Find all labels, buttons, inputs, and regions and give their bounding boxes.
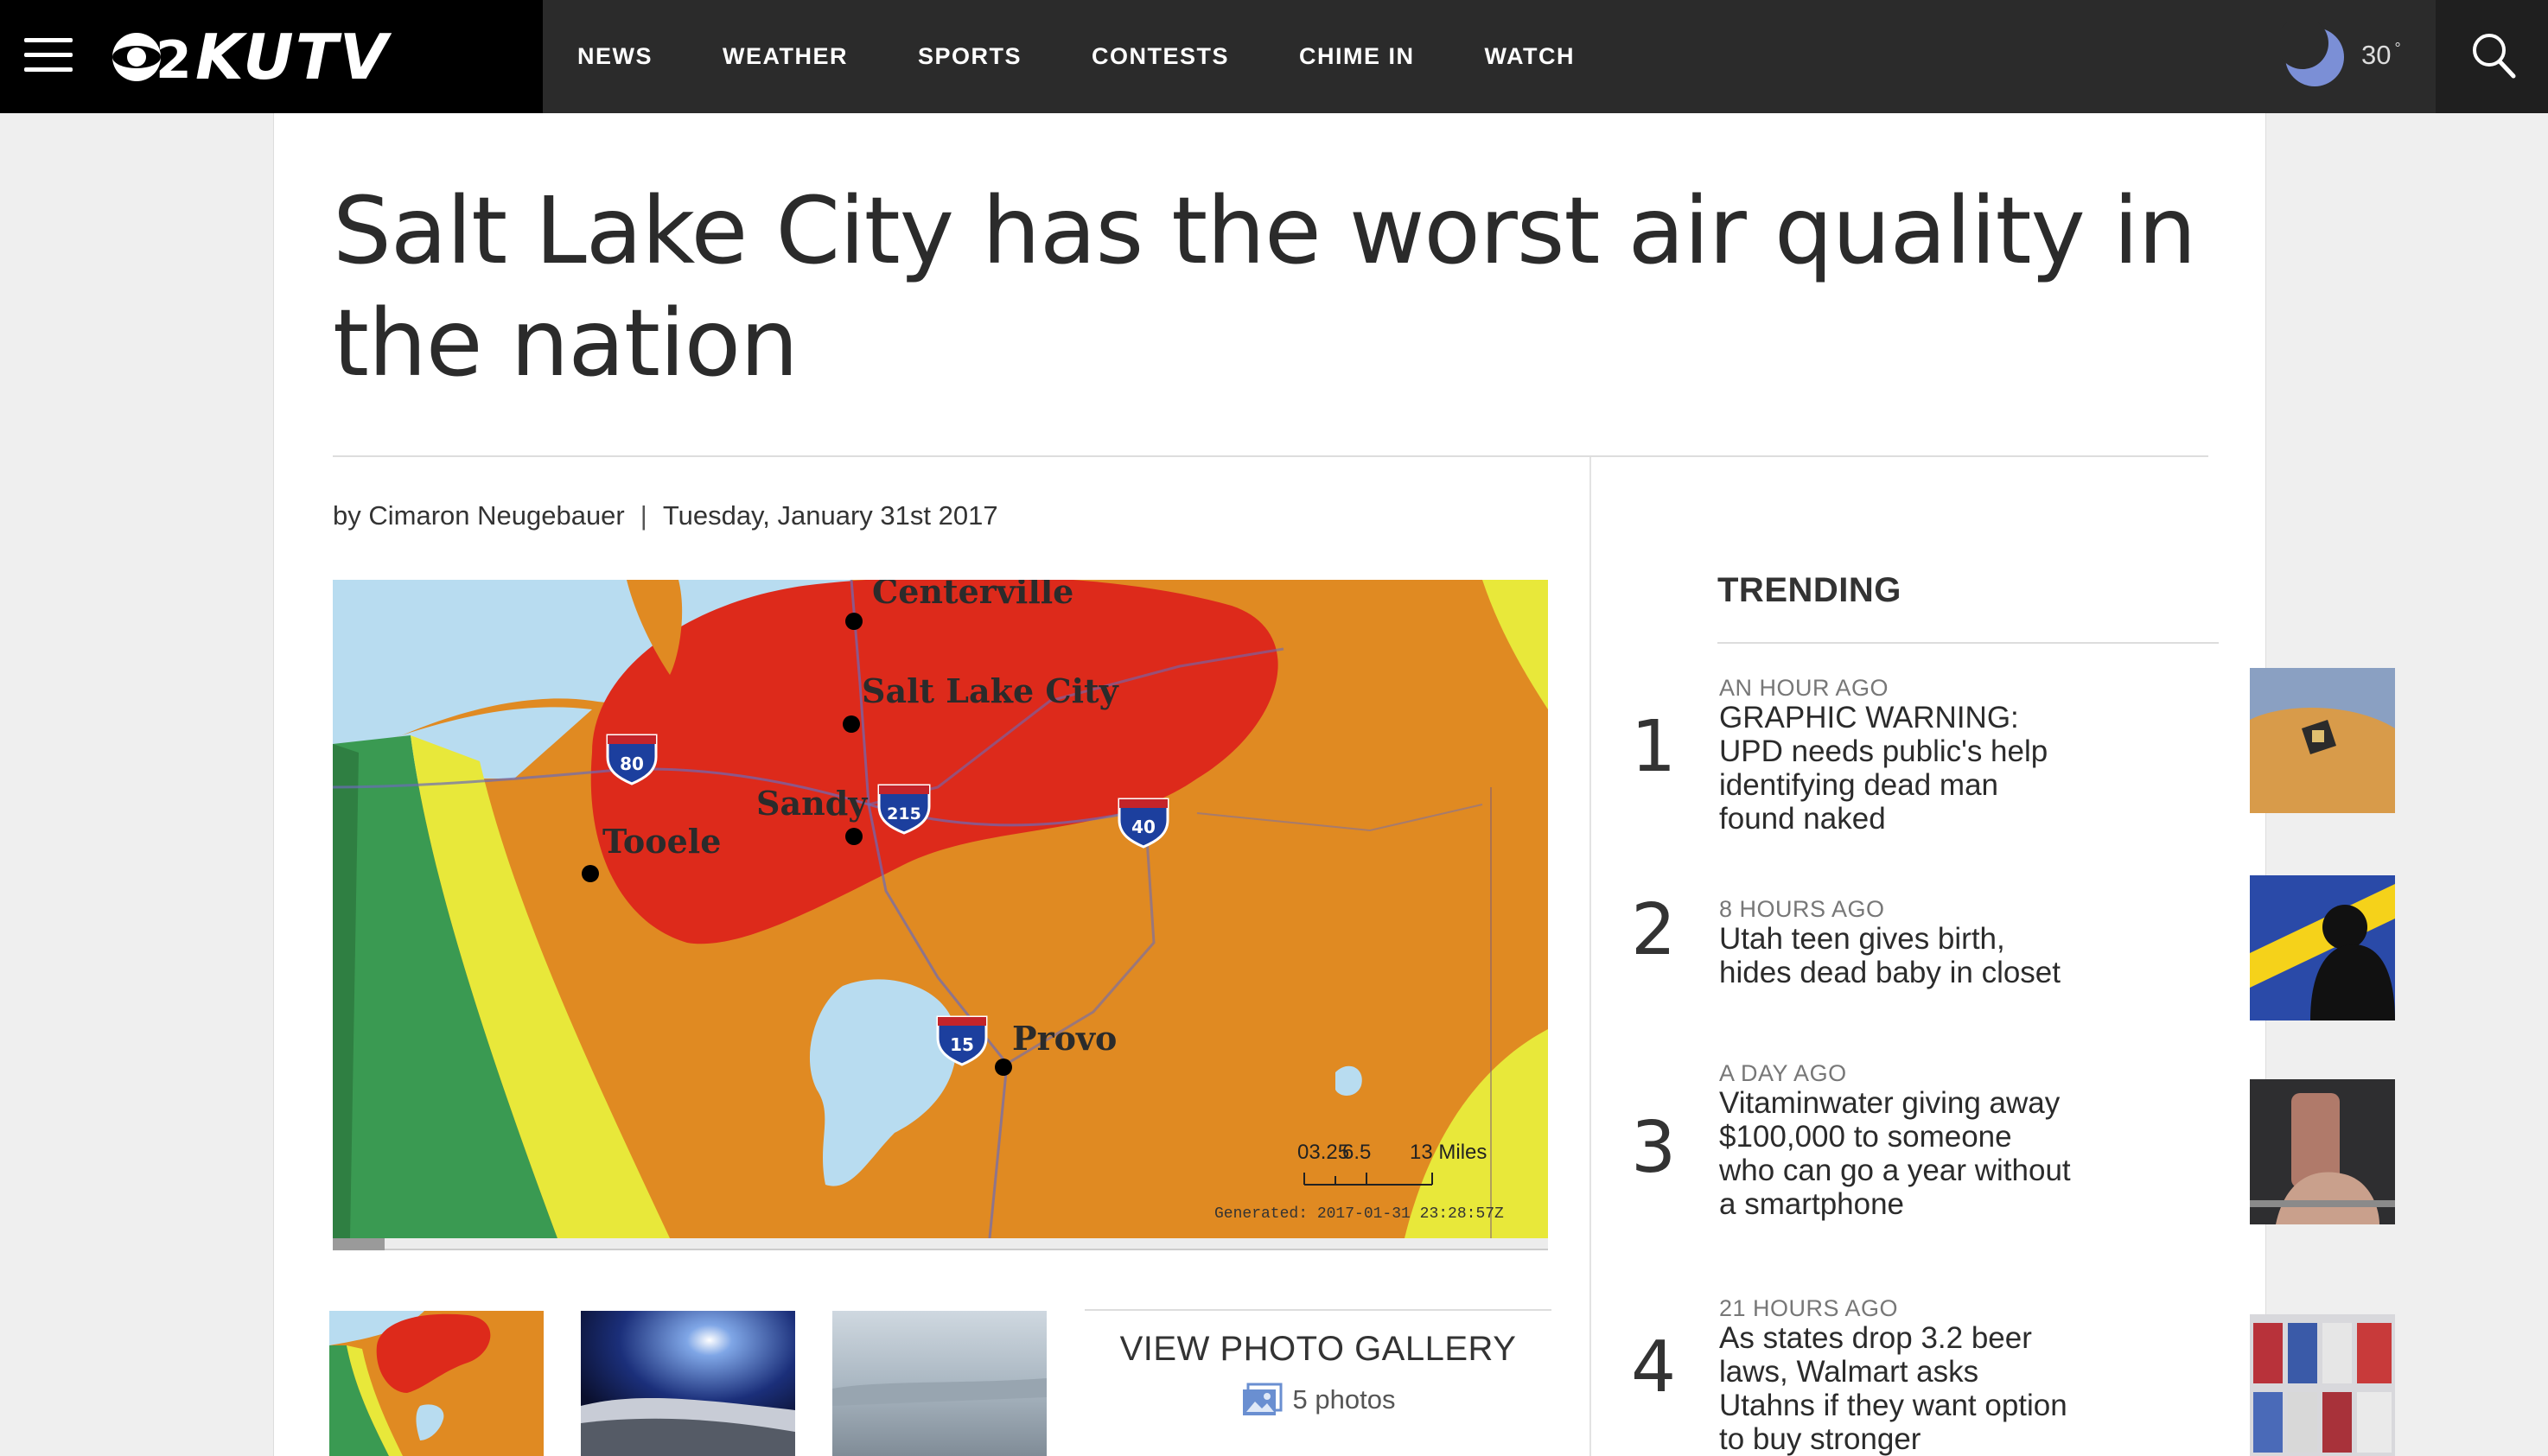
trending-time: 21 HOURS AGO — [1719, 1295, 1899, 1321]
trending-rank: 4 — [1631, 1326, 1677, 1408]
svg-text:15: 15 — [950, 1034, 974, 1055]
trending-thumbnail[interactable] — [2250, 1314, 2395, 1456]
nav-sports[interactable]: SPORTS — [918, 43, 1022, 70]
byline-separator: | — [640, 500, 647, 531]
brand-block: 2 KUTV — [0, 0, 543, 113]
nav-contests[interactable]: CONTESTS — [1092, 43, 1229, 70]
svg-text:40: 40 — [1131, 817, 1156, 837]
svg-text:6.5: 6.5 — [1342, 1141, 1371, 1164]
gallery-thumbnail-haze[interactable] — [832, 1311, 1047, 1456]
map-label-provo: Provo — [1012, 1019, 1117, 1058]
svg-text:Generated: 2017-01-31 23:28:57: Generated: 2017-01-31 23:28:57Z — [1214, 1205, 1504, 1223]
trending-thumbnail[interactable] — [2250, 668, 2395, 813]
gallery-thumbnails — [329, 1311, 1084, 1456]
svg-text:2: 2 — [156, 30, 190, 84]
top-navigation-bar: 2 KUTV NEWS WEATHER SPORTS CONTESTS CHIM… — [0, 0, 2548, 113]
photos-icon — [1242, 1383, 1283, 1415]
gallery-thumbnail-sky[interactable] — [581, 1311, 795, 1456]
trending-headline[interactable]: As states drop 3.2 beer laws, Walmart as… — [1719, 1321, 2073, 1456]
trending-time: AN HOUR AGO — [1719, 675, 1889, 701]
trending-rank: 3 — [1631, 1107, 1677, 1189]
gallery-label: VIEW PHOTO GALLERY — [1119, 1330, 1517, 1368]
nav-chime-in[interactable]: CHIME IN — [1299, 43, 1415, 70]
gallery-count: 5 photos — [1085, 1383, 1551, 1417]
moon-icon — [2282, 22, 2344, 86]
hero-image-air-quality-map[interactable]: Centerville Salt Lake City Sandy Tooele … — [333, 580, 1548, 1238]
trending-thumbnail[interactable] — [2250, 875, 2395, 1020]
air-quality-map: Centerville Salt Lake City Sandy Tooele … — [333, 580, 1548, 1238]
temperature: 30 ° — [2361, 40, 2401, 70]
headline-divider — [333, 455, 2208, 457]
column-divider — [1589, 457, 1591, 1456]
main-nav: NEWS WEATHER SPORTS CONTESTS CHIME IN WA… — [577, 0, 1645, 113]
hero-caption-bar — [333, 1238, 1548, 1250]
map-label-centerville: Centerville — [872, 580, 1073, 611]
station-logo[interactable]: 2 KUTV — [104, 24, 390, 90]
svg-text:215: 215 — [887, 804, 921, 823]
trending-headline[interactable]: GRAPHIC WARNING: UPD needs public's help… — [1719, 701, 2073, 836]
trending-headline[interactable]: Utah teen gives birth, hides dead baby i… — [1719, 922, 2073, 989]
trending-title: TRENDING — [1717, 571, 1901, 609]
byline: by Cimaron Neugebauer | Tuesday, January 3… — [333, 500, 998, 531]
svg-text:80: 80 — [620, 753, 644, 774]
view-photo-gallery-link[interactable]: VIEW PHOTO GALLERY 5 photos — [1085, 1309, 1551, 1417]
svg-text:13 Miles: 13 Miles — [1410, 1141, 1487, 1164]
weather-widget[interactable]: 30 ° — [2282, 21, 2401, 90]
cbs-eye-logo-icon: 2 — [112, 30, 190, 84]
publish-date: Tuesday, January 31st 2017 — [662, 500, 998, 531]
map-label-tooele: Tooele — [602, 822, 721, 861]
trending-rank: 1 — [1631, 706, 1677, 788]
trending-rank: 2 — [1631, 889, 1677, 971]
nav-watch[interactable]: WATCH — [1485, 43, 1575, 70]
article-card: Salt Lake City has the worst air quality… — [273, 113, 2395, 1456]
search-icon — [2473, 34, 2516, 79]
hamburger-menu-icon[interactable] — [24, 38, 73, 73]
trending-headline[interactable]: Vitaminwater giving away $100,000 to som… — [1719, 1086, 2073, 1221]
trending-time: A DAY AGO — [1719, 1060, 1847, 1086]
trending-time: 8 HOURS AGO — [1719, 896, 1885, 922]
map-label-slc: Salt Lake City — [862, 671, 1119, 710]
trending-thumbnail[interactable] — [2250, 1079, 2395, 1224]
gallery-thumbnail-map[interactable] — [329, 1311, 544, 1456]
nav-weather[interactable]: WEATHER — [723, 43, 848, 70]
logo-text: KUTV — [195, 21, 390, 93]
article-headline: Salt Lake City has the worst air quality… — [333, 178, 2196, 397]
search-button[interactable] — [2436, 0, 2548, 113]
map-label-sandy: Sandy — [756, 784, 868, 823]
author[interactable]: by Cimaron Neugebauer — [333, 500, 625, 531]
trending-divider — [1717, 642, 2219, 644]
nav-news[interactable]: NEWS — [577, 43, 653, 70]
